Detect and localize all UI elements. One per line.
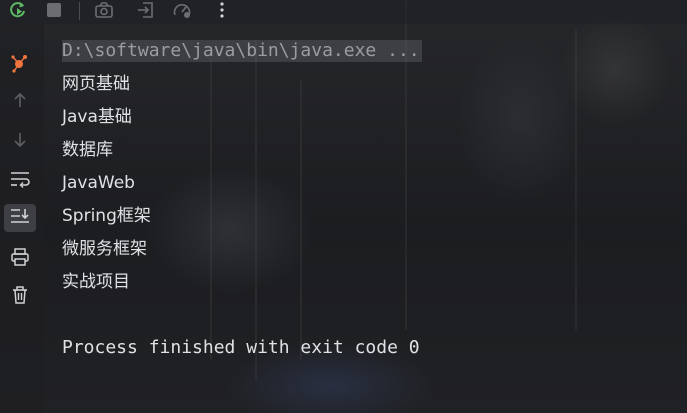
arrow-down-icon [11,131,29,153]
scroll-up-button[interactable] [4,88,36,116]
command-line: D:\software\java\bin\java.exe ... [62,40,422,62]
screenshot-button[interactable] [90,0,118,24]
exit-button[interactable] [132,0,160,24]
output-line: 微服务框架 [62,239,147,259]
more-vertical-icon [219,1,225,23]
camera-icon [94,0,114,24]
trash-icon [11,285,29,309]
soft-wrap-button[interactable] [4,167,36,195]
output-line: Spring框架 [62,206,151,226]
exit-message: Process finished with exit code 0 [62,337,420,358]
output-line: 数据库 [62,140,113,160]
output-line: 网页基础 [62,74,130,94]
scroll-to-end-button[interactable] [4,204,36,232]
scroll-to-end-icon [9,207,31,229]
print-icon [10,247,30,271]
run-toolbar [0,0,687,24]
run-console-window: D:\software\java\bin\java.exe ... 网页基础 J… [0,0,687,413]
debug-node-icon [9,52,31,78]
clear-console-button[interactable] [4,283,36,311]
gauge-icon [172,0,192,24]
toolbar-separator [79,2,80,20]
output-line: Java基础 [62,107,132,127]
arrow-up-icon [11,91,29,113]
exit-icon [136,0,156,24]
console-side-toolbar [0,24,44,413]
profiler-button[interactable] [168,0,196,24]
rerun-icon [8,0,28,24]
rerun-button[interactable] [4,0,32,24]
output-line: 实战项目 [62,272,130,292]
soft-wrap-icon [9,170,31,192]
more-button[interactable] [210,0,234,24]
print-button[interactable] [4,245,36,273]
debug-sidebar-button[interactable] [4,51,36,79]
output-line: JavaWeb [62,173,135,193]
scroll-down-button[interactable] [4,128,36,156]
stop-icon [45,1,63,23]
stop-button[interactable] [40,0,68,24]
